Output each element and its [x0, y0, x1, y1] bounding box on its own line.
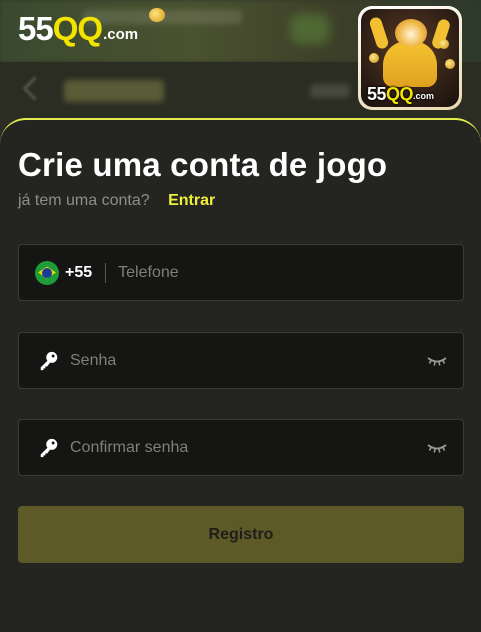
app-icon-suffix: .com — [413, 91, 435, 101]
brand-logo-letters: QQ — [52, 10, 103, 47]
app-icon-letters: QQ — [386, 84, 414, 104]
eye-closed-icon[interactable] — [427, 354, 447, 368]
brazil-flag-icon[interactable] — [35, 260, 59, 285]
eye-closed-icon[interactable] — [427, 441, 447, 455]
coin-icon — [445, 59, 455, 69]
brand-logo-suffix: .com — [103, 26, 139, 43]
divider — [105, 262, 107, 283]
coin-icon — [149, 8, 165, 22]
key-icon — [40, 351, 58, 370]
brand-logo: 55 QQ .com — [18, 8, 165, 47]
key-icon — [40, 438, 58, 457]
background-nav-logo — [64, 80, 164, 102]
tiger-mascot-icon: 55 QQ .com — [361, 9, 459, 107]
background-nav-item — [310, 84, 350, 98]
login-prompt-text: já tem uma conta? — [18, 192, 150, 209]
coin-icon — [439, 39, 449, 49]
phone-input[interactable] — [118, 245, 463, 300]
app-icon: 55 QQ .com — [358, 6, 462, 110]
registration-panel: Crie uma conta de jogo já tem uma conta?… — [0, 118, 481, 632]
login-link[interactable]: Entrar — [168, 192, 215, 209]
confirm-password-input[interactable] — [70, 420, 427, 475]
tiger-body — [383, 41, 437, 87]
country-code-selector[interactable]: +55 — [65, 264, 92, 282]
app-icon-digits: 55 — [367, 84, 387, 104]
tiger-head — [395, 19, 427, 47]
brand-logo-digits: 55 — [18, 10, 54, 47]
flag-circle — [42, 267, 52, 278]
login-prompt: já tem uma conta? Entrar — [18, 192, 215, 210]
registration-screen: 55 QQ .com 55 QQ .com Crie uma conta de … — [0, 0, 481, 632]
confirm-password-field — [18, 419, 464, 476]
phone-field: +55 — [18, 244, 464, 301]
password-input[interactable] — [70, 333, 427, 388]
background-banner-graphic — [290, 14, 330, 44]
coin-icon — [369, 53, 379, 63]
password-field — [18, 332, 464, 389]
page-title: Crie uma conta de jogo — [18, 146, 388, 183]
register-button[interactable]: Registro — [18, 506, 464, 563]
tiger-arm-left — [368, 15, 390, 51]
app-icon-label: 55 QQ .com — [367, 85, 434, 103]
